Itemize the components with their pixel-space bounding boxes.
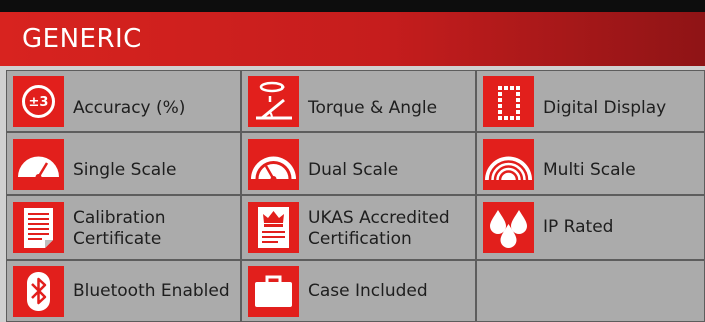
digital-display-icon xyxy=(483,76,534,127)
single-scale-icon xyxy=(13,139,64,190)
feature-label-case-included: Case Included xyxy=(308,281,428,301)
feature-label-calibration-line2: Certificate xyxy=(73,229,162,249)
feature-label-calibration-line1: Calibration xyxy=(73,208,166,228)
feature-label-torque-angle: Torque & Angle xyxy=(308,98,438,118)
feature-cell-ip-rated: IP Rated xyxy=(476,195,705,260)
feature-label-digital-display: Digital Display xyxy=(543,98,667,118)
accuracy-icon-text: ±3 xyxy=(29,95,49,110)
water-drops-icon xyxy=(483,202,534,253)
feature-cell-dual-scale: Dual Scale xyxy=(241,132,476,195)
feature-cell-empty xyxy=(476,260,705,322)
feature-label-single-scale: Single Scale xyxy=(73,160,177,180)
feature-cell-calibration-certificate: Calibration Certificate xyxy=(6,195,241,260)
section-header: GENERIC xyxy=(0,12,705,66)
section-title: GENERIC xyxy=(22,24,142,54)
calibration-certificate-icon xyxy=(13,202,64,253)
accuracy-icon: ±3 xyxy=(13,76,64,127)
feature-label-bluetooth: Bluetooth Enabled xyxy=(73,281,230,301)
feature-cell-accuracy: ±3 Accuracy (%) xyxy=(6,70,241,132)
feature-cell-bluetooth: Bluetooth Enabled xyxy=(6,260,241,322)
feature-label-calibration-certificate: Calibration Certificate xyxy=(73,208,243,250)
feature-label-ukas-line1: UKAS Accredited xyxy=(308,208,450,228)
feature-label-accuracy: Accuracy (%) xyxy=(73,98,186,118)
feature-cell-digital-display: Digital Display xyxy=(476,70,705,132)
carry-case-icon xyxy=(248,266,299,317)
bluetooth-icon xyxy=(13,266,64,317)
feature-cell-ukas: UKAS Accredited Certification xyxy=(241,195,476,260)
torque-angle-icon xyxy=(248,76,299,127)
dual-scale-icon xyxy=(248,139,299,190)
feature-grid: ±3 Accuracy (%) Torque & Angle Digital D… xyxy=(0,66,705,322)
feature-label-ukas-line2: Certification xyxy=(308,229,412,249)
ukas-crown-certificate-icon xyxy=(248,202,299,253)
feature-cell-torque-angle: Torque & Angle xyxy=(241,70,476,132)
feature-label-dual-scale: Dual Scale xyxy=(308,160,399,180)
feature-label-ukas: UKAS Accredited Certification xyxy=(308,208,478,250)
top-dark-strip xyxy=(0,0,705,12)
feature-label-multi-scale: Multi Scale xyxy=(543,160,636,180)
feature-label-ip-rated: IP Rated xyxy=(543,217,614,237)
feature-cell-single-scale: Single Scale xyxy=(6,132,241,195)
multi-scale-icon xyxy=(483,139,534,190)
feature-cell-case-included: Case Included xyxy=(241,260,476,322)
feature-cell-multi-scale: Multi Scale xyxy=(476,132,705,195)
